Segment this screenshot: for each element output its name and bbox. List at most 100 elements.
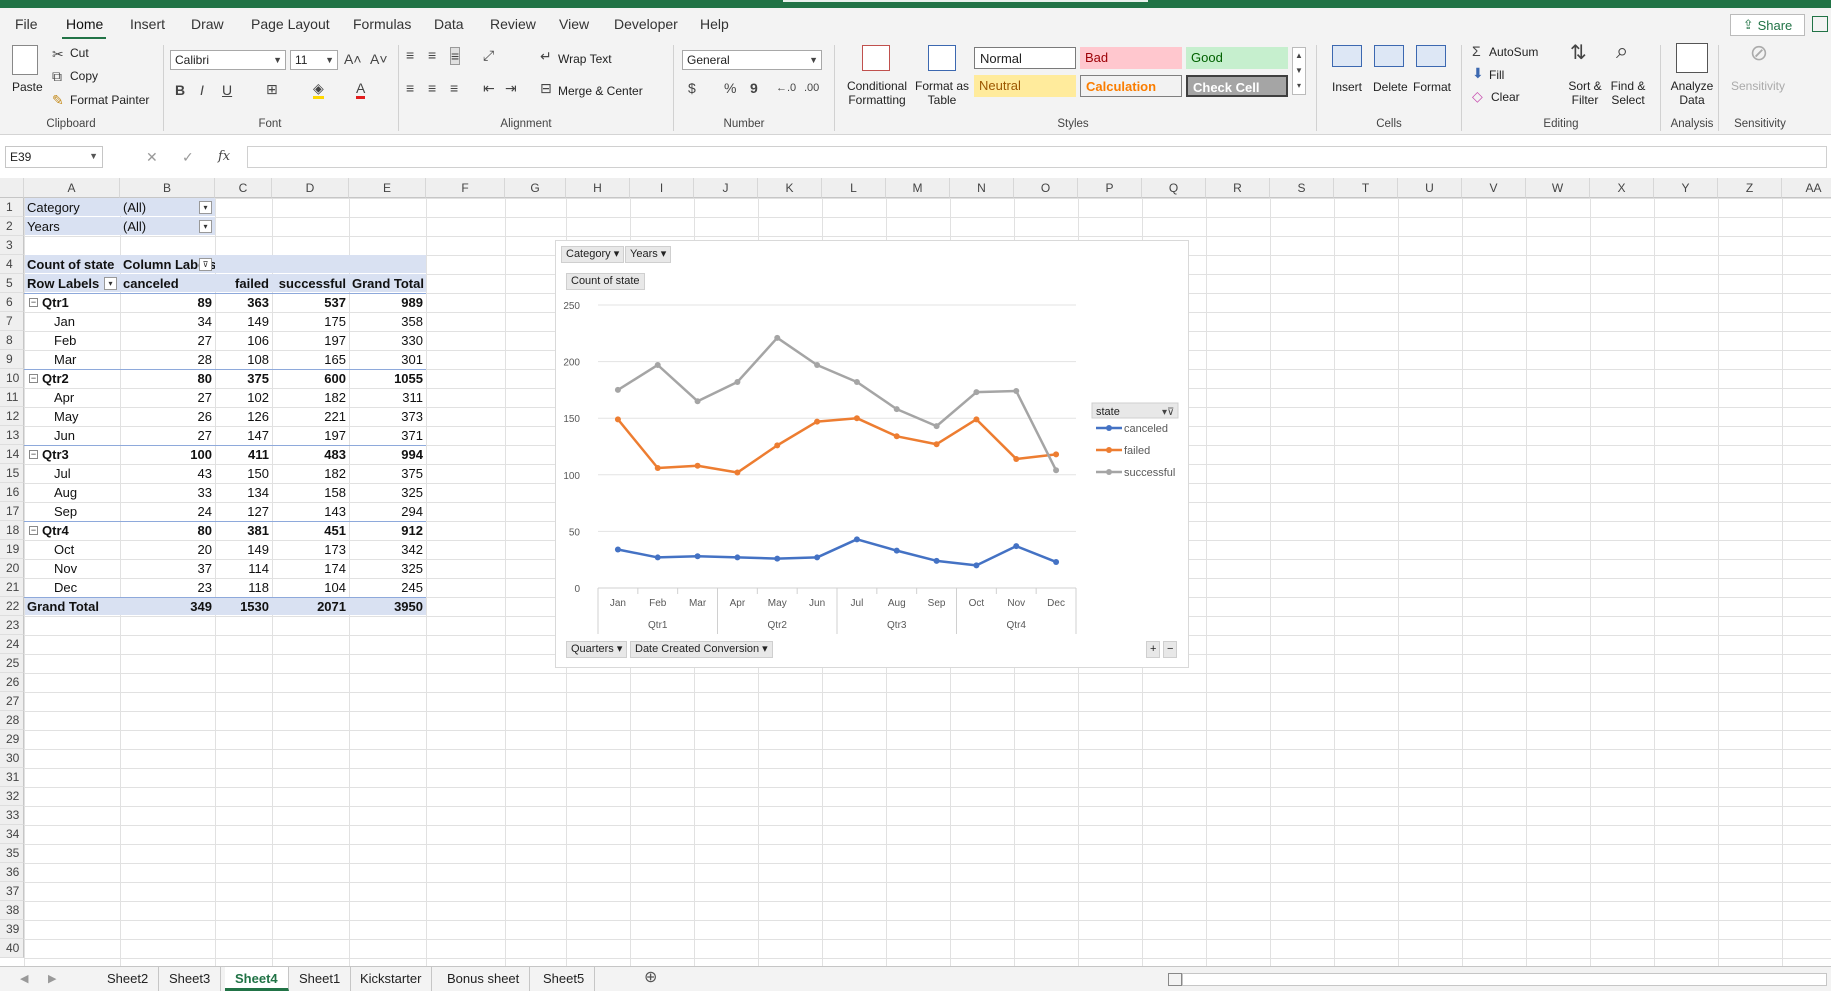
- pivot-value-cell[interactable]: 26: [120, 407, 215, 426]
- collapse-toggle-icon[interactable]: −: [29, 526, 38, 535]
- insert-cells-button[interactable]: Insert: [1332, 80, 1362, 94]
- pivot-value-cell[interactable]: 127: [215, 502, 272, 521]
- pivot-value-cell[interactable]: 106: [215, 331, 272, 350]
- sheet-tab[interactable]: Sheet5: [533, 967, 596, 991]
- pivot-value-cell[interactable]: 23: [120, 578, 215, 597]
- column-header[interactable]: Q: [1142, 178, 1206, 198]
- tab-developer[interactable]: Developer: [614, 16, 678, 32]
- pivot-value-cell[interactable]: 358: [349, 312, 426, 331]
- column-header[interactable]: T: [1334, 178, 1398, 198]
- column-header[interactable]: X: [1590, 178, 1654, 198]
- align-bottom-icon[interactable]: ≡: [450, 47, 461, 65]
- pivot-row-label[interactable]: Feb: [24, 331, 120, 350]
- insert-function-icon[interactable]: fx: [218, 149, 230, 165]
- expand-icon[interactable]: +: [1146, 641, 1161, 658]
- row-header[interactable]: 30: [0, 749, 24, 768]
- delete-cells-icon[interactable]: [1374, 45, 1404, 67]
- pivot-value-cell[interactable]: 104: [272, 578, 349, 597]
- sheet-tab[interactable]: Bonus sheet: [437, 967, 531, 991]
- percent-button[interactable]: %: [724, 80, 736, 96]
- pivot-value-cell[interactable]: 147: [215, 426, 272, 445]
- row-header[interactable]: 6: [0, 293, 24, 312]
- pivot-value-cell[interactable]: 3950: [349, 597, 426, 616]
- styles-scroll-icon[interactable]: ▲ ▼ ▾: [1292, 47, 1306, 95]
- tab-insert[interactable]: Insert: [130, 16, 165, 32]
- pivot-value-cell[interactable]: 20: [120, 540, 215, 559]
- cut-button[interactable]: Cut: [70, 46, 89, 60]
- pivot-col-header[interactable]: failed: [215, 274, 272, 293]
- comments-icon[interactable]: [1812, 16, 1828, 32]
- pivot-row-label[interactable]: Grand Total: [24, 597, 120, 616]
- pivot-row-label[interactable]: Nov: [24, 559, 120, 578]
- fill-color-icon[interactable]: ◈: [313, 80, 324, 99]
- pivot-value-cell[interactable]: 294: [349, 502, 426, 521]
- row-header[interactable]: 4: [0, 255, 24, 274]
- sheet-tab[interactable]: Sheet4: [225, 967, 289, 991]
- tab-home[interactable]: Home: [66, 16, 103, 32]
- pivot-row-label[interactable]: Aug: [24, 483, 120, 502]
- filter-dropdown-icon[interactable]: ▾: [199, 201, 212, 214]
- row-header[interactable]: 28: [0, 711, 24, 730]
- row-header[interactable]: 15: [0, 464, 24, 483]
- format-cells-icon[interactable]: [1416, 45, 1446, 67]
- style-check-cell[interactable]: Check Cell: [1186, 75, 1288, 97]
- column-header[interactable]: M: [886, 178, 950, 198]
- pivot-value-cell[interactable]: 197: [272, 331, 349, 350]
- cancel-icon[interactable]: ✕: [146, 149, 158, 165]
- collapse-toggle-icon[interactable]: −: [29, 450, 38, 459]
- row-header[interactable]: 29: [0, 730, 24, 749]
- formula-input[interactable]: [247, 146, 1827, 168]
- pivot-row-label[interactable]: Jun: [24, 426, 120, 445]
- column-header[interactable]: H: [566, 178, 630, 198]
- align-middle-icon[interactable]: ≡: [428, 47, 436, 63]
- scroll-left-icon[interactable]: ◀: [20, 971, 28, 987]
- column-filter-icon[interactable]: ⊽: [199, 258, 212, 271]
- pivot-col-header[interactable]: canceled: [120, 274, 215, 293]
- row-header[interactable]: 23: [0, 616, 24, 635]
- row-header[interactable]: 13: [0, 426, 24, 445]
- collapse-icon[interactable]: −: [1163, 641, 1178, 658]
- font-name-select[interactable]: Calibri ▼: [170, 50, 286, 70]
- pivot-value-cell[interactable]: 43: [120, 464, 215, 483]
- row-header[interactable]: 32: [0, 787, 24, 806]
- decrease-decimal-icon[interactable]: .00: [804, 80, 819, 96]
- insert-cells-icon[interactable]: [1332, 45, 1362, 67]
- pivot-filter-label[interactable]: Category: [24, 198, 120, 217]
- column-header[interactable]: W: [1526, 178, 1590, 198]
- column-header[interactable]: S: [1270, 178, 1334, 198]
- increase-font-icon[interactable]: A˄: [344, 51, 362, 67]
- row-header[interactable]: 25: [0, 654, 24, 673]
- pivot-value-cell[interactable]: 182: [272, 388, 349, 407]
- pivot-row-label[interactable]: Jan: [24, 312, 120, 331]
- pivot-value-cell[interactable]: 165: [272, 350, 349, 369]
- name-box[interactable]: E39 ▼: [5, 146, 103, 168]
- merge-center-button[interactable]: Merge & Center: [558, 84, 643, 98]
- pivot-row-label[interactable]: Qtr4: [24, 521, 120, 540]
- row-header[interactable]: 2: [0, 217, 24, 236]
- hscroll-left-icon[interactable]: [1168, 973, 1182, 986]
- row-header[interactable]: 31: [0, 768, 24, 787]
- copy-button[interactable]: Copy: [70, 69, 98, 83]
- pivot-value-cell[interactable]: 325: [349, 559, 426, 578]
- row-header[interactable]: 9: [0, 350, 24, 369]
- pivot-value-cell[interactable]: 912: [349, 521, 426, 540]
- pivot-value-cell[interactable]: 363: [215, 293, 272, 312]
- pivot-value-cell[interactable]: 149: [215, 312, 272, 331]
- column-header[interactable]: Z: [1718, 178, 1782, 198]
- tab-draw[interactable]: Draw: [191, 16, 224, 32]
- decrease-font-icon[interactable]: A˅: [370, 51, 388, 67]
- pivot-value-cell[interactable]: 221: [272, 407, 349, 426]
- paste-icon[interactable]: [12, 45, 38, 75]
- style-calculation[interactable]: Calculation: [1080, 75, 1182, 97]
- row-header[interactable]: 18: [0, 521, 24, 540]
- pivot-value-cell[interactable]: 381: [215, 521, 272, 540]
- orientation-icon[interactable]: ⤢: [483, 47, 494, 63]
- pivot-value-cell[interactable]: 143: [272, 502, 349, 521]
- pivot-value-cell[interactable]: 175: [272, 312, 349, 331]
- row-header[interactable]: 22: [0, 597, 24, 616]
- share-button[interactable]: ⇪ Share: [1730, 14, 1805, 36]
- font-color-icon[interactable]: A: [356, 80, 366, 99]
- conditional-formatting-icon[interactable]: [862, 45, 890, 71]
- column-header[interactable]: B: [120, 178, 215, 198]
- row-header[interactable]: 33: [0, 806, 24, 825]
